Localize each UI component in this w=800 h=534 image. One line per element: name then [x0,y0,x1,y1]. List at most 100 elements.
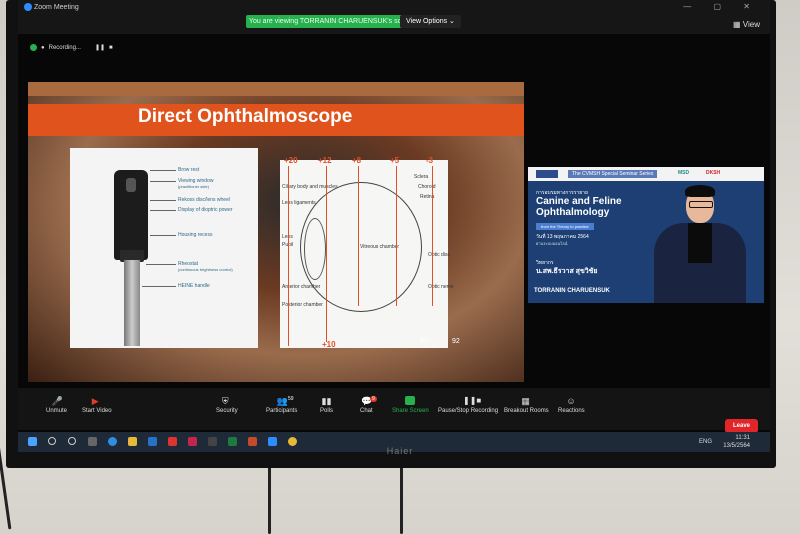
diopter-label: +12 [318,156,332,165]
diopter-label: +20 [284,156,298,165]
window-controls[interactable]: — ▢ ✕ [683,2,760,11]
slide-title: Direct Ophthalmoscope [138,106,353,127]
cvmsh-logo [536,170,558,178]
start-video-label: Start Video [82,408,112,414]
webinar-title-1: Canine and Feline [536,196,622,207]
share-screen-button[interactable]: Share Screen [392,396,429,414]
ophthalmoscope-diagram: Brow rest Viewing window (practitioner s… [70,148,258,348]
share-screen-label: Share Screen [392,408,429,414]
grid-icon: ▦ [733,20,743,29]
label-vitreous: Vitreous chamber [360,244,400,250]
mic-muted-icon: 🎤 [51,396,63,406]
window-title: Zoom Meeting [34,4,79,11]
leader-line [150,200,176,201]
edge-icon[interactable] [108,437,117,446]
leader-line [150,210,176,211]
grid-icon: ▦ [521,396,530,406]
speaker-glasses [689,201,713,208]
view-button[interactable]: ▦ View [733,20,760,29]
language-indicator[interactable]: ENG [699,439,712,445]
shield-icon: ⛨ [221,396,229,406]
mail-icon[interactable] [148,437,157,446]
depth-label: 92 [452,338,460,345]
view-label: View [742,20,760,29]
record-icon: ● [41,44,45,51]
leader-line [142,286,176,287]
tv-brand: Haier [386,446,414,456]
speaker-hair [685,185,715,197]
reactions-button[interactable]: ☺ Reactions [558,396,585,414]
polls-label: Polls [320,408,334,414]
clock-time: 11:31 [735,435,750,441]
participants-count: 59 [288,396,294,402]
folder-icon[interactable] [128,437,137,446]
recording-label: Recording... [48,44,81,51]
excel-icon[interactable] [228,437,237,446]
tv-frame: Zoom Meeting — ▢ ✕ You are viewing TORRA… [6,0,776,468]
view-options-button[interactable]: View Options ⌄ [400,15,461,28]
label-brow-rest: Brow rest [178,167,200,173]
webinar-venue: ผ่านระบบออนไลน์ [536,241,568,246]
leader-line [150,235,176,236]
ophthalmoscope-lens [126,178,136,192]
breakout-label: Breakout Rooms [504,408,549,414]
diopter-label: -3 [426,156,434,165]
pause-record-icon[interactable]: ❚❚ [95,44,105,51]
lens-shape [304,218,326,280]
label-rheostat-sub: (continuous brightness control) [178,267,233,272]
security-label: Security [216,408,238,414]
pause-recording-button[interactable]: ❚❚■ Pause/Stop Recording [438,396,498,414]
security-button[interactable]: ⛨ Security [216,396,238,414]
video-off-icon: ▶ [91,396,99,406]
label-ciliary: Ciliary body and muscles [282,184,338,190]
focal-line [396,166,397,306]
leader-line [150,170,176,171]
focal-line [326,166,327,342]
chat-button[interactable]: 💬 9 Chat [360,396,377,414]
powerpoint-icon[interactable] [248,437,257,446]
label-housing: Housing recess [178,232,213,238]
msd-logo: MSD [678,170,690,176]
office-icon[interactable] [168,437,177,446]
search-icon[interactable] [48,437,56,445]
task-view-icon[interactable] [88,437,97,446]
label-handle: HEINE handle [178,283,210,289]
diopter-label: +10 [322,340,336,349]
unmute-label: Unmute [46,408,68,414]
app-icon[interactable] [208,437,217,446]
stop-record-icon[interactable]: ■ [109,45,113,51]
leader-line [146,264,176,265]
speaker-video[interactable]: The CVMSH Special Seminar Series MSD DKS… [528,167,764,303]
unmute-button[interactable]: 🎤 Unmute [46,396,67,414]
zoom-logo-icon [24,3,32,11]
participant-name-label: TORRANIN CHARUENSUK [534,288,610,294]
pause-recording-label: Pause/Stop Recording [438,408,499,414]
leave-button[interactable]: Leave [724,419,758,433]
shared-slide: Direct Ophthalmoscope Brow rest Viewing … [28,82,524,382]
breakout-rooms-button[interactable]: ▦ Breakout Rooms [504,396,549,414]
webinar-title-2: Ophthalmology [536,207,610,218]
cortana-icon[interactable] [68,437,76,445]
bar-chart-icon: ▮▮ [321,396,332,406]
start-video-button[interactable]: ▶ Start Video [82,396,112,414]
diopter-label: +5 [390,156,400,165]
speaker-name: น.สพ.ธีรวาส สุขวิชัย [536,268,598,275]
speaker-shirt [688,223,712,263]
participants-button[interactable]: 👥 59 Participants [266,396,297,414]
app-icon[interactable] [188,437,197,446]
webinar-pill: from the Theory to practice [536,223,594,230]
screen: Zoom Meeting — ▢ ✕ You are viewing TORRA… [18,0,770,452]
ophthalmoscope-handle [124,260,140,346]
pause-icon: ❚❚■ [463,396,482,405]
label-sclera: Sclera [414,174,429,180]
smiley-icon: ☺ [566,396,576,406]
focal-line [358,166,359,306]
windows-start-icon[interactable] [28,437,37,446]
participants-label: Participants [266,408,298,414]
polls-button[interactable]: ▮▮ Polls [320,396,333,414]
zoom-taskbar-icon[interactable] [268,437,277,446]
focal-line [288,166,289,346]
chrome-icon[interactable] [288,437,297,446]
share-icon [405,396,416,405]
series-tag: The CVMSH Special Seminar Series [568,170,658,178]
